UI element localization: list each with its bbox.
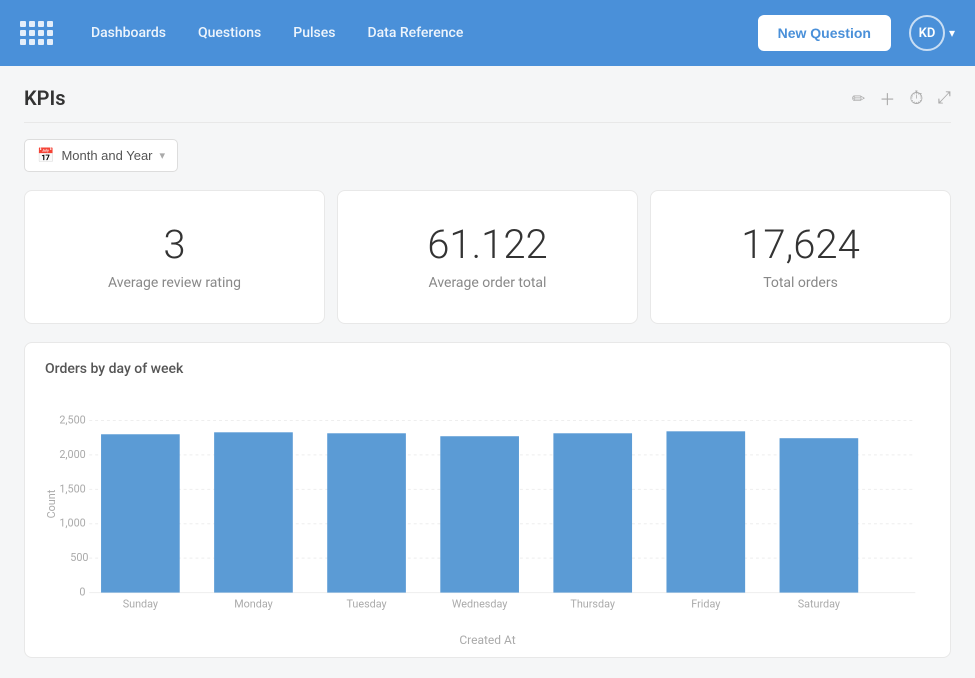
new-question-button[interactable]: New Question bbox=[758, 15, 891, 51]
kpi-card-1: 61.122 Average order total bbox=[337, 190, 638, 324]
svg-text:2,500: 2,500 bbox=[59, 413, 85, 426]
bar-thursday bbox=[553, 433, 632, 592]
kpi-label-1: Average order total bbox=[429, 275, 547, 291]
edit-icon[interactable]: ✏ bbox=[852, 89, 865, 108]
dashboard-header: KPIs ✏ ＋ ⏱ ⤢ bbox=[24, 86, 951, 110]
nav-questions[interactable]: Questions bbox=[184, 17, 275, 49]
avatar-chevron-icon[interactable]: ▾ bbox=[949, 26, 955, 40]
nav-dashboards[interactable]: Dashboards bbox=[77, 17, 180, 49]
kpi-value-2: 17,624 bbox=[741, 223, 860, 267]
chart-title: Orders by day of week bbox=[45, 361, 930, 377]
svg-text:2,000: 2,000 bbox=[59, 448, 85, 461]
kpi-label-0: Average review rating bbox=[108, 275, 241, 291]
bar-monday bbox=[214, 432, 293, 592]
header-actions: ✏ ＋ ⏱ ⤢ bbox=[852, 86, 951, 110]
svg-text:Count: Count bbox=[45, 489, 58, 518]
month-year-filter[interactable]: 📅 Month and Year ▾ bbox=[24, 139, 178, 172]
svg-text:Tuesday: Tuesday bbox=[346, 597, 386, 610]
svg-text:Thursday: Thursday bbox=[570, 597, 615, 610]
svg-text:Monday: Monday bbox=[234, 597, 273, 610]
bar-wednesday bbox=[440, 436, 519, 592]
bar-tuesday bbox=[327, 433, 406, 592]
logo-icon[interactable] bbox=[20, 21, 53, 45]
x-axis-label: Created At bbox=[45, 633, 930, 647]
svg-text:1,000: 1,000 bbox=[59, 517, 85, 530]
kpi-value-0: 3 bbox=[163, 223, 185, 267]
chart-card: Orders by day of week 0 500 1,000 1,5 bbox=[24, 342, 951, 658]
kpi-value-1: 61.122 bbox=[427, 223, 548, 267]
calendar-icon: 📅 bbox=[37, 147, 54, 164]
add-icon[interactable]: ＋ bbox=[879, 86, 895, 110]
avatar[interactable]: KD bbox=[909, 15, 945, 51]
bar-sunday bbox=[101, 434, 180, 592]
nav-links: Dashboards Questions Pulses Data Referen… bbox=[77, 17, 758, 49]
svg-text:Sunday: Sunday bbox=[123, 597, 158, 610]
header-divider bbox=[24, 122, 951, 123]
svg-text:Friday: Friday bbox=[691, 597, 720, 610]
svg-text:0: 0 bbox=[79, 586, 85, 599]
bar-friday bbox=[666, 431, 745, 592]
kpi-row: 3 Average review rating 61.122 Average o… bbox=[24, 190, 951, 324]
svg-text:500: 500 bbox=[70, 551, 88, 564]
history-icon[interactable]: ⏱ bbox=[909, 88, 923, 109]
bar-saturday bbox=[780, 438, 859, 592]
navbar: Dashboards Questions Pulses Data Referen… bbox=[0, 0, 975, 66]
chart-area: 0 500 1,000 1,500 2,000 2,500 Count Sund… bbox=[45, 389, 930, 629]
fullscreen-icon[interactable]: ⤢ bbox=[937, 88, 951, 108]
svg-text:1,500: 1,500 bbox=[59, 482, 85, 495]
bar-chart: 0 500 1,000 1,500 2,000 2,500 Count Sund… bbox=[45, 389, 930, 629]
filter-chevron-icon: ▾ bbox=[160, 149, 166, 162]
nav-pulses[interactable]: Pulses bbox=[279, 17, 349, 49]
svg-text:Saturday: Saturday bbox=[798, 597, 840, 610]
filter-label: Month and Year bbox=[61, 148, 152, 163]
kpi-card-2: 17,624 Total orders bbox=[650, 190, 951, 324]
kpi-card-0: 3 Average review rating bbox=[24, 190, 325, 324]
filter-bar: 📅 Month and Year ▾ bbox=[24, 139, 951, 172]
main-content: KPIs ✏ ＋ ⏱ ⤢ 📅 Month and Year ▾ 3 Averag… bbox=[0, 66, 975, 678]
dashboard-title: KPIs bbox=[24, 86, 66, 110]
kpi-label-2: Total orders bbox=[763, 275, 838, 291]
nav-data-reference[interactable]: Data Reference bbox=[353, 17, 477, 49]
svg-text:Wednesday: Wednesday bbox=[452, 597, 507, 610]
